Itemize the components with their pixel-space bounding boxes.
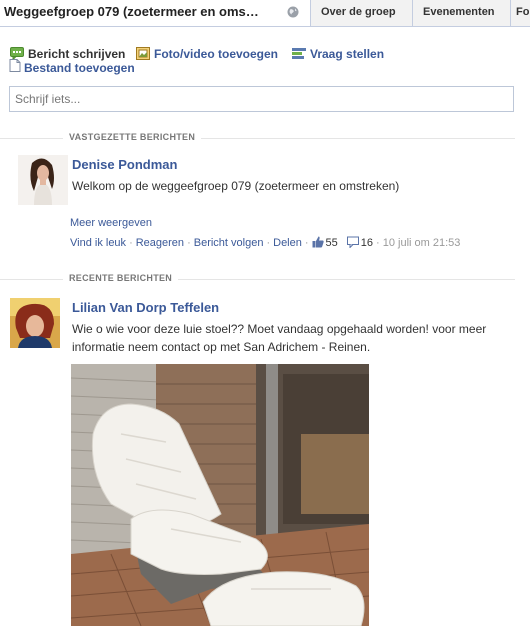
- globe-icon: [287, 6, 299, 18]
- ask-question-label: Vraag stellen: [310, 47, 385, 61]
- recent-section-heading: RECENTE BERICHTEN: [0, 273, 530, 287]
- post-timestamp[interactable]: 10 juli om 21:53: [383, 237, 461, 249]
- follow-post-link[interactable]: Bericht volgen: [194, 237, 264, 249]
- add-file-option[interactable]: Bestand toevoegen: [9, 59, 135, 75]
- post-message: Wie o wie voor deze luie stoel?? Moet va…: [72, 322, 487, 354]
- comment-link[interactable]: Reageren: [136, 237, 184, 249]
- file-icon: [9, 59, 21, 72]
- lounge-chair-photo: [71, 364, 369, 626]
- thumbs-up-icon: [312, 236, 324, 248]
- write-post-label: Bericht schrijven: [28, 47, 126, 61]
- profile-photo-lilian: [10, 298, 60, 348]
- pinned-section-heading: VASTGEZETTE BERICHTEN: [0, 132, 530, 146]
- tab-about[interactable]: Over de groep: [310, 0, 412, 26]
- group-header: Weggeefgroep 079 (zoetermeer en oms… Ove…: [0, 0, 530, 27]
- avatar[interactable]: [10, 298, 60, 348]
- add-file-label: Bestand toevoegen: [24, 61, 135, 75]
- ask-question-option[interactable]: Vraag stellen: [292, 47, 384, 61]
- poll-icon: [292, 48, 306, 59]
- photo-icon: [136, 47, 150, 60]
- profile-photo-denise: [18, 155, 68, 205]
- tab-events[interactable]: Evenementen: [412, 0, 510, 26]
- post-author[interactable]: Denise Pondman: [72, 157, 177, 172]
- add-photo-video-label: Foto/video toevoegen: [154, 47, 279, 61]
- post-message: Welkom op de weggeefgroep 079 (zoetermee…: [72, 179, 400, 193]
- comment-icon: [346, 236, 359, 248]
- comments-count[interactable]: 16: [361, 237, 373, 249]
- tab-photos[interactable]: Fo: [510, 0, 530, 26]
- like-link[interactable]: Vind ik leuk: [70, 237, 126, 249]
- post-photo[interactable]: [71, 364, 369, 626]
- post-actions: Vind ik leuk · Reageren · Bericht volgen · Del…: [70, 236, 461, 249]
- group-title[interactable]: Weggeefgroep 079 (zoetermeer en oms…: [4, 4, 259, 19]
- avatar[interactable]: [18, 155, 68, 205]
- share-link[interactable]: Delen: [273, 237, 302, 249]
- status-input[interactable]: [9, 86, 514, 112]
- see-more-link[interactable]: Meer weergeven: [70, 217, 152, 229]
- likes-count[interactable]: 55: [326, 237, 338, 249]
- add-photo-video-option[interactable]: Foto/video toevoegen: [136, 47, 278, 61]
- write-post-option[interactable]: Bericht schrijven: [10, 47, 125, 61]
- post-author[interactable]: Lilian Van Dorp Teffelen: [72, 300, 219, 315]
